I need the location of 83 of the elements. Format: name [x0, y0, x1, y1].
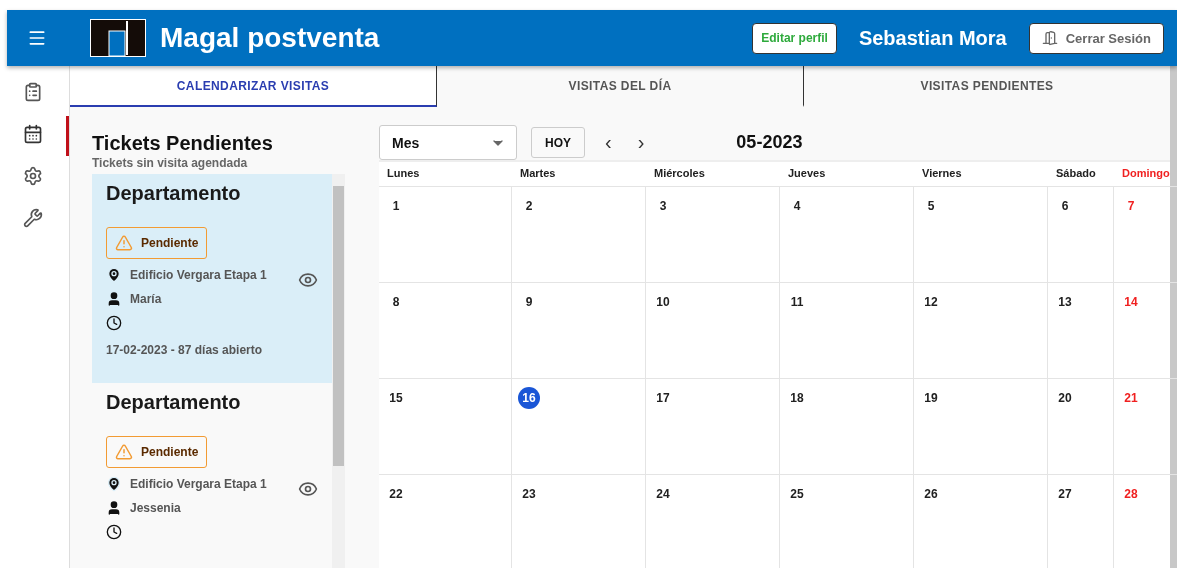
door-icon	[1041, 30, 1058, 46]
status-label: Pendiente	[141, 445, 199, 459]
previous-button[interactable]: ‹	[599, 131, 618, 154]
day-number[interactable]: 28	[1120, 483, 1142, 505]
day-number[interactable]: 8	[385, 291, 407, 313]
day-number[interactable]: 26	[920, 483, 942, 505]
wrench-icon	[23, 208, 43, 228]
ticket-title: Departamento	[106, 391, 242, 414]
person-icon	[106, 291, 122, 307]
day-number[interactable]: 17	[652, 387, 674, 409]
day-number[interactable]: 9	[518, 291, 540, 313]
location-pin-icon	[106, 476, 122, 492]
weekday-header: Miércoles	[646, 162, 780, 187]
day-number[interactable]: 5	[920, 195, 942, 217]
day-number[interactable]: 10	[652, 291, 674, 313]
status-label: Pendiente	[141, 236, 199, 250]
weekday-header: Jueves	[780, 162, 914, 187]
eye-icon	[298, 270, 318, 290]
day-number[interactable]: 4	[786, 195, 808, 217]
day-number[interactable]: 11	[786, 291, 808, 313]
clock-icon	[106, 524, 122, 540]
warning-icon	[115, 234, 133, 252]
view-button[interactable]	[298, 270, 318, 290]
app-title: Magal postventa	[160, 22, 381, 54]
sidebar-item[interactable]	[23, 208, 43, 228]
sidebar-item[interactable]	[23, 124, 43, 144]
weekday-header: Viernes	[914, 162, 1048, 187]
clock-icon	[106, 315, 122, 331]
day-number[interactable]: 23	[518, 483, 540, 505]
day-number[interactable]: 25	[786, 483, 808, 505]
menu-button[interactable]	[27, 28, 47, 48]
day-number[interactable]: 19	[920, 387, 942, 409]
clipboard-icon	[23, 82, 43, 102]
person-name: Jessenia	[130, 501, 181, 515]
day-number[interactable]: 24	[652, 483, 674, 505]
day-number[interactable]: 12	[920, 291, 942, 313]
ticket-card[interactable]: Departamento Pendiente Edificio Vergara Etapa 1 María 17-02-2023 - 87 días abierto	[92, 174, 332, 383]
logout-button[interactable]: Cerrar Sesión	[1028, 22, 1164, 54]
day-number[interactable]: 13	[1054, 291, 1076, 313]
calendar-period: 05-2023	[736, 132, 803, 153]
day-number[interactable]: 21	[1120, 387, 1142, 409]
day-number[interactable]: 6	[1054, 195, 1076, 217]
ticket-card[interactable]: Departamento Pendiente Edificio Vergara Etapa 1 Jessenia	[92, 383, 332, 568]
logo-icon	[90, 19, 146, 57]
next-button[interactable]: ›	[631, 131, 651, 154]
day-number[interactable]: 14	[1120, 291, 1142, 313]
weekday-header: Martes	[512, 162, 646, 187]
user-name: Sebastian Mora	[858, 26, 1007, 50]
view-select[interactable]: Mes	[379, 125, 517, 160]
scrollbar-thumb[interactable]	[333, 186, 344, 466]
view-button[interactable]	[298, 479, 318, 499]
panel-title: Tickets Pendientes	[92, 132, 274, 155]
person-icon	[106, 500, 122, 516]
active-indicator	[66, 116, 69, 156]
day-number[interactable]: 7	[1120, 195, 1142, 217]
panel-subtitle: Tickets sin visita agendada	[92, 156, 249, 170]
opened-date: 17-02-2023 - 87 días abierto	[106, 343, 264, 357]
day-number[interactable]: 27	[1054, 483, 1076, 505]
weekday-header: Domingo	[1114, 162, 1177, 187]
warning-icon	[115, 443, 133, 461]
day-number[interactable]: 2	[518, 195, 540, 217]
day-number[interactable]: 15	[385, 387, 407, 409]
sidebar-item[interactable]	[23, 166, 43, 186]
person-name: María	[130, 292, 162, 306]
day-number[interactable]: 1	[385, 195, 407, 217]
calendar-icon	[23, 124, 43, 144]
day-number[interactable]: 16	[518, 387, 540, 409]
menu-icon	[27, 28, 47, 48]
ticket-title: Departamento	[106, 182, 242, 205]
settings-icon	[23, 166, 43, 186]
tab[interactable]: CALENDARIZAR VISITAS	[70, 66, 437, 107]
building-name: Edificio Vergara Etapa 1	[130, 477, 267, 491]
location-pin-icon	[106, 267, 122, 283]
today-button[interactable]: HOY	[531, 127, 585, 158]
day-number[interactable]: 18	[786, 387, 808, 409]
weekday-header: Lunes	[379, 162, 512, 187]
building-name: Edificio Vergara Etapa 1	[130, 268, 267, 282]
day-number[interactable]: 20	[1054, 387, 1076, 409]
day-number[interactable]: 22	[385, 483, 407, 505]
eye-icon	[298, 479, 318, 499]
weekday-header: Sábado	[1048, 162, 1114, 187]
day-number[interactable]: 3	[652, 195, 674, 217]
sidebar-item[interactable]	[23, 82, 43, 102]
